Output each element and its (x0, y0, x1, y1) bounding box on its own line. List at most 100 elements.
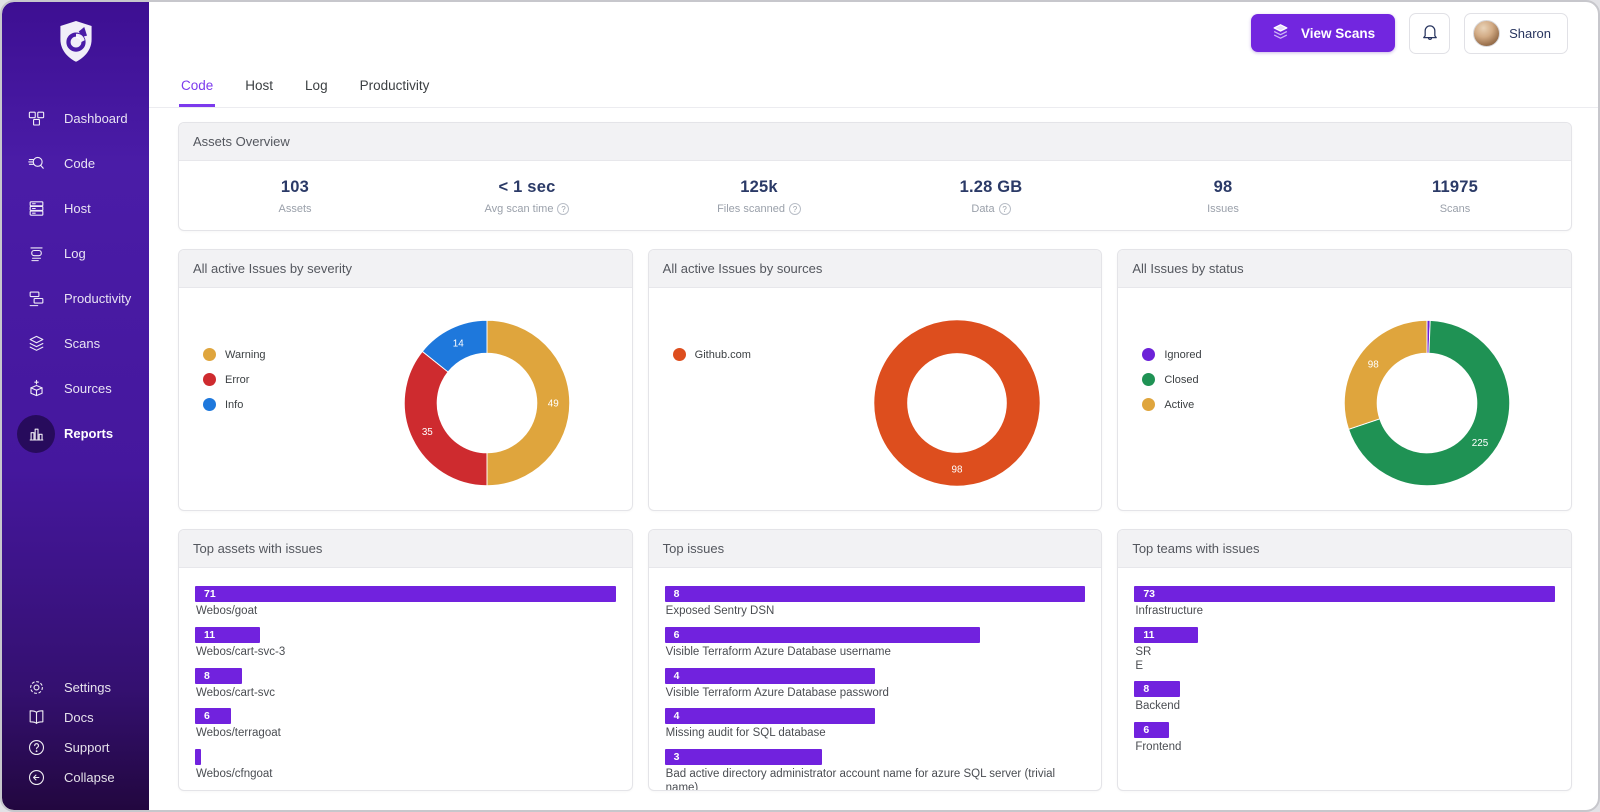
chart-legend: WarningErrorInfo (203, 304, 351, 502)
bar-row: 3Bad active directory administrator acco… (665, 749, 1086, 791)
stat-issues: 98 Issues (1107, 178, 1339, 215)
bar (195, 749, 201, 765)
sidebar-item-scans[interactable]: Scans (2, 321, 149, 366)
help-icon[interactable]: ? (999, 203, 1011, 215)
stat-label-text: Avg scan time (485, 203, 554, 215)
bar-card-top-teams-with-issues: Top teams with issues73Infrastructure11S… (1117, 529, 1572, 791)
legend-label: Error (225, 374, 249, 386)
legend-item: Github.com (673, 348, 821, 361)
bar-value-label: 71 (195, 588, 216, 600)
productivity-icon (17, 280, 55, 318)
bar-value-label: 6 (195, 710, 210, 722)
sidebar-item-label: Docs (64, 710, 94, 725)
sidebar-item-code[interactable]: Code (2, 141, 149, 186)
bar: 4 (665, 668, 875, 684)
user-name: Sharon (1509, 26, 1551, 41)
app-logo[interactable] (53, 20, 99, 70)
svg-text:225: 225 (1471, 438, 1488, 449)
donut-card-body: Github.com98 (649, 288, 1102, 511)
svg-text:49: 49 (548, 398, 559, 409)
tab-host[interactable]: Host (243, 72, 275, 107)
sidebar-item-label: Code (64, 156, 95, 171)
bar-value-label: 73 (1134, 588, 1155, 600)
legend-color-dot (203, 373, 216, 386)
sidebar-item-label: Host (64, 201, 91, 216)
tab-log[interactable]: Log (303, 72, 330, 107)
sidebar-item-log[interactable]: Log (2, 231, 149, 276)
bar: 6 (195, 708, 231, 724)
bar-category-label: Missing audit for SQL database (666, 727, 1086, 741)
donut-chart: 98 (821, 304, 1094, 502)
bar: 71 (195, 586, 616, 602)
sidebar: Dashboard Code Host LogProductivityScansSou… (2, 2, 149, 810)
sidebar-item-dashboard[interactable]: Dashboard (2, 96, 149, 141)
stat-label-text: Issues (1207, 203, 1239, 215)
sidebar-item-sources[interactable]: Sources (2, 366, 149, 411)
card-title: Top teams with issues (1118, 530, 1571, 568)
tab-productivity[interactable]: Productivity (358, 72, 432, 107)
sidebar-item-productivity[interactable]: Productivity (2, 276, 149, 321)
legend-color-dot (1142, 373, 1155, 386)
scans-stack-icon (1271, 22, 1290, 44)
bar: 11 (195, 627, 260, 643)
sidebar-item-host[interactable]: Host (2, 186, 149, 231)
tab-code[interactable]: Code (179, 72, 215, 107)
bar: 6 (665, 627, 981, 643)
legend-label: Ignored (1164, 349, 1201, 361)
sidebar-item-label: Collapse (64, 770, 115, 785)
notifications-button[interactable] (1409, 13, 1450, 54)
scans-layers-icon (17, 325, 55, 363)
assets-overview-card: Assets Overview 103Assets< 1 secAvg scan… (178, 122, 1572, 231)
bar-row: 4Missing audit for SQL database (665, 708, 1086, 741)
sidebar-item-reports[interactable]: Reports (2, 411, 149, 456)
sidebar-item-collapse[interactable]: Collapse (2, 762, 149, 792)
tab-bar: Code Host Log Productivity (149, 64, 1598, 108)
stat-assets: 103Assets (179, 178, 411, 215)
reports-chart-icon (17, 415, 55, 453)
legend-color-dot (1142, 398, 1155, 411)
code-scan-icon (17, 145, 55, 183)
legend-color-dot (203, 398, 216, 411)
bar-value-label: 8 (665, 588, 680, 600)
help-icon[interactable]: ? (557, 203, 569, 215)
bar-category-label: Webos/goat (196, 605, 616, 619)
stat-label-text: Assets (278, 203, 311, 215)
sidebar-item-label: Support (64, 740, 110, 755)
legend-color-dot (1142, 348, 1155, 361)
bar-category-label: SR E (1135, 646, 1555, 674)
legend-color-dot (673, 348, 686, 361)
bar: 6 (1134, 722, 1169, 738)
view-scans-button[interactable]: View Scans (1251, 14, 1395, 52)
bar-value-label: 6 (1134, 724, 1149, 736)
donut-card-body: WarningErrorInfo493514 (179, 288, 632, 511)
card-title: All active Issues by sources (649, 250, 1102, 288)
stat-label: Assets (179, 203, 411, 215)
bar: 73 (1134, 586, 1555, 602)
sidebar-item-settings[interactable]: Settings (2, 672, 149, 702)
sidebar-item-docs[interactable]: Docs (2, 702, 149, 732)
bar-category-label: Visible Terraform Azure Database passwor… (666, 687, 1086, 701)
donut-chart: 493514 (351, 304, 624, 502)
assets-overview-title: Assets Overview (179, 123, 1571, 161)
shield-fox-logo-icon (54, 19, 98, 72)
svg-text:35: 35 (422, 427, 433, 438)
sidebar-footer-nav: Settings Docs Support Collapse (2, 672, 149, 810)
bar-value-label: 8 (1134, 683, 1149, 695)
bar: 3 (665, 749, 823, 765)
log-icon (17, 235, 55, 273)
help-icon[interactable]: ? (789, 203, 801, 215)
user-menu[interactable]: Sharon (1464, 13, 1568, 54)
view-scans-label: View Scans (1301, 26, 1375, 41)
bar-value-label: 3 (665, 751, 680, 763)
topbar: View Scans Sharon (149, 2, 1598, 64)
bar-value-label: 4 (665, 670, 680, 682)
sidebar-item-label: Settings (64, 680, 111, 695)
svg-text:98: 98 (1367, 360, 1378, 371)
stat-value: 98 (1107, 178, 1339, 197)
stat-label: Issues (1107, 203, 1339, 215)
bar-category-label: Exposed Sentry DSN (666, 605, 1086, 619)
stat-avg-scan-time: < 1 secAvg scan time? (411, 178, 643, 215)
sidebar-item-support[interactable]: Support (2, 732, 149, 762)
card-title: Top assets with issues (179, 530, 632, 568)
bar-category-label: Frontend (1135, 741, 1555, 755)
